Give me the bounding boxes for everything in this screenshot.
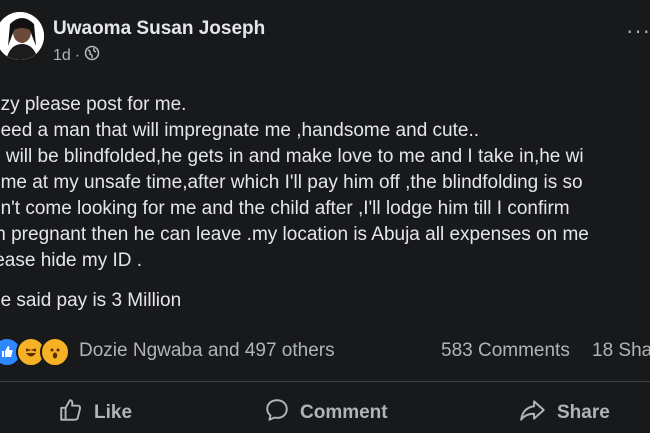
comments-count[interactable]: 583 Comments: [441, 340, 570, 362]
reaction-names[interactable]: Dozie Ngwaba and 497 others: [79, 340, 335, 362]
shares-count[interactable]: 18 Sha: [592, 340, 650, 362]
post-meta: 1d ·: [53, 45, 100, 66]
divider: [0, 381, 650, 382]
post-line: m pregnant then he can leave .my locatio…: [0, 224, 589, 245]
like-button[interactable]: Like: [58, 398, 132, 428]
post-line: uzy please post for me.: [0, 94, 187, 115]
post-line: lease hide my ID .: [0, 250, 143, 271]
comment-label: Comment: [300, 402, 388, 423]
like-label: Like: [94, 402, 133, 423]
meta-separator: ·: [74, 46, 81, 64]
post-time[interactable]: 1d: [53, 47, 71, 65]
thumbs-up-icon: [58, 397, 84, 429]
avatar[interactable]: [0, 12, 44, 60]
share-icon: [519, 397, 547, 429]
post-header: Uwaoma Susan Joseph 1d · ···: [0, 0, 650, 90]
more-options-icon[interactable]: ···: [626, 18, 650, 44]
author-name[interactable]: Uwaoma Susan Joseph: [53, 18, 265, 40]
comment-button[interactable]: Comment: [264, 398, 388, 428]
comment-icon: [264, 397, 290, 429]
post-line: e will be blindfolded,he gets in and mak…: [0, 146, 584, 167]
post-body: uzy please post for me. need a man that …: [0, 92, 650, 314]
share-label: Share: [557, 402, 610, 423]
globe-icon: [84, 45, 100, 66]
wow-reaction-icon: [40, 337, 70, 367]
reaction-icons[interactable]: [0, 337, 70, 367]
reaction-bar: Dozie Ngwaba and 497 others 583 Comments…: [0, 337, 650, 367]
post-line: need a man that will impregnate me ,hand…: [0, 120, 480, 141]
share-button[interactable]: Share: [519, 398, 610, 428]
post-line: ome at my unsafe time,after which I'll p…: [0, 172, 583, 193]
post-line: on't come looking for me and the child a…: [0, 198, 570, 219]
post-line: he said pay is 3 Million: [0, 290, 182, 311]
